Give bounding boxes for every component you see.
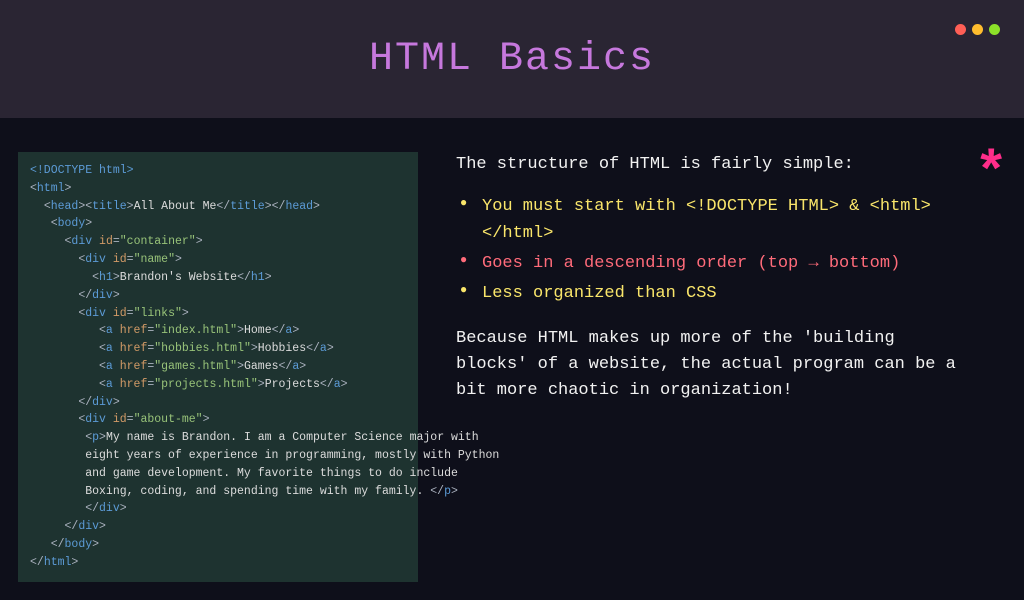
code-tag: title: [92, 200, 127, 213]
header-bar: HTML Basics: [0, 0, 1024, 118]
code-val: "about-me": [134, 413, 203, 426]
code-example: <!DOCTYPE html> <html> <head><title>All …: [18, 152, 418, 582]
code-val: "links": [134, 307, 182, 320]
code-text: Home: [244, 324, 272, 337]
code-text: Games: [244, 360, 279, 373]
code-text: Hobbies: [258, 342, 306, 355]
maximize-icon[interactable]: [989, 24, 1000, 35]
code-tag: div: [92, 289, 113, 302]
list-item: You must start with <!DOCTYPE HTML> & <h…: [456, 194, 966, 247]
code-tag: head: [285, 200, 313, 213]
asterisk-icon: *: [974, 146, 1008, 202]
code-attr: id: [99, 235, 113, 248]
code-tag: a: [320, 342, 327, 355]
code-tag: div: [92, 396, 113, 409]
code-val: "hobbies.html": [154, 342, 251, 355]
code-tag: head: [51, 200, 79, 213]
code-attr: id: [113, 413, 127, 426]
code-tag: div: [85, 413, 106, 426]
code-tag: p: [444, 485, 451, 498]
code-val: "index.html": [154, 324, 237, 337]
code-tag: html: [37, 182, 65, 195]
code-text: Projects: [265, 378, 320, 391]
code-tag: h1: [99, 271, 113, 284]
code-attr: href: [120, 360, 148, 373]
code-tag: title: [230, 200, 265, 213]
code-attr: href: [120, 378, 148, 391]
code-attr: id: [113, 307, 127, 320]
code-tag: div: [71, 235, 92, 248]
code-attr: id: [113, 253, 127, 266]
window-controls: [955, 24, 1000, 35]
code-tag: h1: [251, 271, 265, 284]
code-text: Brandon's Website: [120, 271, 237, 284]
list-item: Less organized than CSS: [456, 281, 966, 307]
page-title: HTML Basics: [369, 37, 655, 82]
outro-text: Because HTML makes up more of the 'build…: [456, 326, 966, 405]
bullet-list: You must start with <!DOCTYPE HTML> & <h…: [456, 194, 966, 307]
code-attr: href: [120, 324, 148, 337]
code-val: "name": [134, 253, 175, 266]
code-val: "games.html": [154, 360, 237, 373]
code-val: "container": [120, 235, 196, 248]
list-item: Goes in a descending order (top → bottom…: [456, 251, 966, 277]
code-tag: div: [85, 307, 106, 320]
code-tag: body: [65, 538, 93, 551]
code-tag: a: [106, 342, 113, 355]
code-tag: div: [85, 253, 106, 266]
code-tag: body: [58, 217, 86, 230]
code-tag: div: [99, 502, 120, 515]
intro-text: The structure of HTML is fairly simple:: [456, 152, 966, 178]
code-tag: a: [334, 378, 341, 391]
code-text: All About Me: [134, 200, 217, 213]
code-tag: a: [106, 378, 113, 391]
code-tag: div: [78, 520, 99, 533]
explanation-column: * The structure of HTML is fairly simple…: [456, 152, 1006, 582]
close-icon[interactable]: [955, 24, 966, 35]
minimize-icon[interactable]: [972, 24, 983, 35]
content-area: <!DOCTYPE html> <html> <head><title>All …: [0, 118, 1024, 600]
code-tag: a: [106, 324, 113, 337]
code-line: <!DOCTYPE html>: [30, 164, 134, 177]
code-tag: html: [44, 556, 72, 569]
code-val: "projects.html": [154, 378, 258, 391]
code-tag: p: [92, 431, 99, 444]
code-tag: a: [106, 360, 113, 373]
code-attr: href: [120, 342, 148, 355]
